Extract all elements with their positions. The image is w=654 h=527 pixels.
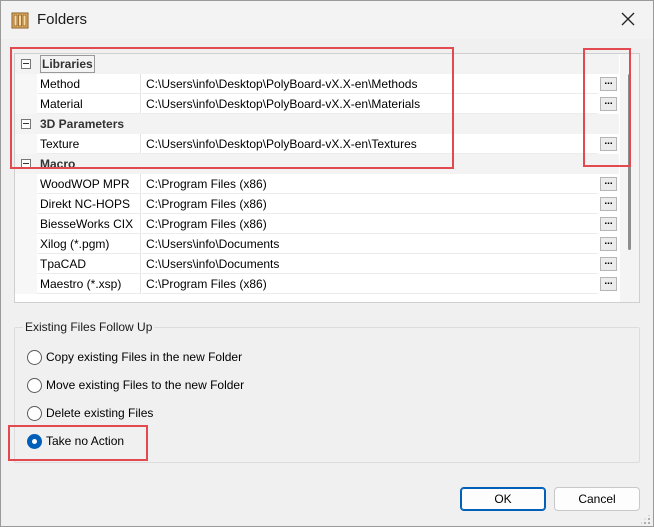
row-value[interactable]: C:\Program Files (x86) <box>142 214 598 234</box>
collapse-icon[interactable] <box>21 119 31 129</box>
follow-up-group-title: Existing Files Follow Up <box>23 320 155 334</box>
close-icon <box>621 12 635 29</box>
row-name: Method <box>37 74 141 94</box>
collapse-icon[interactable] <box>21 159 31 169</box>
row-value[interactable]: C:\Users\info\Desktop\PolyBoard-vX.X-en\… <box>142 74 598 94</box>
radio-label: Move existing Files to the new Folder <box>46 378 245 392</box>
vertical-scrollbar[interactable] <box>620 54 639 302</box>
folders-app-icon <box>10 10 30 30</box>
grid-row-tpacad[interactable]: TpaCAD C:\Users\info\Documents ... <box>15 254 619 274</box>
category-label: Libraries <box>40 55 95 73</box>
row-name: Material <box>37 94 141 114</box>
grid-row-xilog[interactable]: Xilog (*.pgm) C:\Users\info\Documents ..… <box>15 234 619 254</box>
radio-move-files[interactable]: Move existing Files to the new Folder <box>27 376 244 394</box>
row-name: TpaCAD <box>37 254 141 274</box>
browse-button[interactable]: ... <box>600 217 617 231</box>
row-value[interactable]: C:\Program Files (x86) <box>142 174 598 194</box>
radio-label: Delete existing Files <box>46 406 154 420</box>
radio-delete-files[interactable]: Delete existing Files <box>27 404 153 422</box>
row-name: WoodWOP MPR <box>37 174 141 194</box>
row-name: Direkt NC-HOPS <box>37 194 141 214</box>
collapse-icon[interactable] <box>21 59 31 69</box>
row-name: Texture <box>37 134 141 154</box>
category-3d-parameters[interactable]: 3D Parameters <box>15 114 619 134</box>
ok-button[interactable]: OK <box>460 487 546 511</box>
row-value[interactable]: C:\Program Files (x86) <box>142 194 598 214</box>
radio-label: Take no Action <box>46 434 125 448</box>
browse-button[interactable]: ... <box>600 77 617 91</box>
resize-grip-icon[interactable] <box>640 514 651 524</box>
row-name: Xilog (*.pgm) <box>37 234 141 254</box>
grid-row-woodwop[interactable]: WoodWOP MPR C:\Program Files (x86) ... <box>15 174 619 194</box>
grid-row-biesseworks[interactable]: BiesseWorks CIX C:\Program Files (x86) .… <box>15 214 619 234</box>
browse-button[interactable]: ... <box>600 257 617 271</box>
browse-button[interactable]: ... <box>600 177 617 191</box>
folders-dialog: Folders Libraries Method C:\Users\info\D… <box>0 0 654 527</box>
radio-button-checked[interactable] <box>27 433 42 449</box>
browse-button[interactable]: ... <box>600 197 617 211</box>
close-button[interactable] <box>609 5 647 35</box>
title-bar[interactable]: Folders <box>1 1 653 39</box>
category-macro[interactable]: Macro <box>15 154 619 174</box>
cancel-button[interactable]: Cancel <box>554 487 640 511</box>
grid-row-texture[interactable]: Texture C:\Users\info\Desktop\PolyBoard-… <box>15 134 619 154</box>
row-name: BiesseWorks CIX <box>37 214 141 234</box>
browse-button[interactable]: ... <box>600 277 617 291</box>
property-grid-rows: Libraries Method C:\Users\info\Desktop\P… <box>15 54 619 302</box>
category-label: 3D Parameters <box>40 117 125 131</box>
radio-label: Copy existing Files in the new Folder <box>46 350 243 364</box>
folders-property-grid: Libraries Method C:\Users\info\Desktop\P… <box>14 53 640 303</box>
radio-button[interactable] <box>27 349 42 365</box>
category-label: Macro <box>40 157 76 171</box>
grid-row-nc-hops[interactable]: Direkt NC-HOPS C:\Program Files (x86) ..… <box>15 194 619 214</box>
grid-row-material[interactable]: Material C:\Users\info\Desktop\PolyBoard… <box>15 94 619 114</box>
radio-button[interactable] <box>27 377 42 393</box>
row-value[interactable]: C:\Users\info\Desktop\PolyBoard-vX.X-en\… <box>142 94 598 114</box>
grid-row-method[interactable]: Method C:\Users\info\Desktop\PolyBoard-v… <box>15 74 619 94</box>
browse-button[interactable]: ... <box>600 237 617 251</box>
row-value[interactable]: C:\Users\info\Desktop\PolyBoard-vX.X-en\… <box>142 134 598 154</box>
row-name: Maestro (*.xsp) <box>37 274 141 294</box>
category-libraries[interactable]: Libraries <box>15 54 619 74</box>
radio-take-no-action[interactable]: Take no Action <box>27 432 124 450</box>
grid-row-maestro[interactable]: Maestro (*.xsp) C:\Program Files (x86) .… <box>15 274 619 294</box>
radio-button[interactable] <box>27 405 42 421</box>
browse-button[interactable]: ... <box>600 137 617 151</box>
row-value[interactable]: C:\Program Files (x86) <box>142 274 598 294</box>
row-value[interactable]: C:\Users\info\Documents <box>142 234 598 254</box>
browse-button[interactable]: ... <box>600 97 617 111</box>
scrollbar-thumb[interactable] <box>628 74 631 250</box>
window-title: Folders <box>37 11 88 28</box>
radio-copy-files[interactable]: Copy existing Files in the new Folder <box>27 348 242 366</box>
row-value[interactable]: C:\Users\info\Documents <box>142 254 598 274</box>
